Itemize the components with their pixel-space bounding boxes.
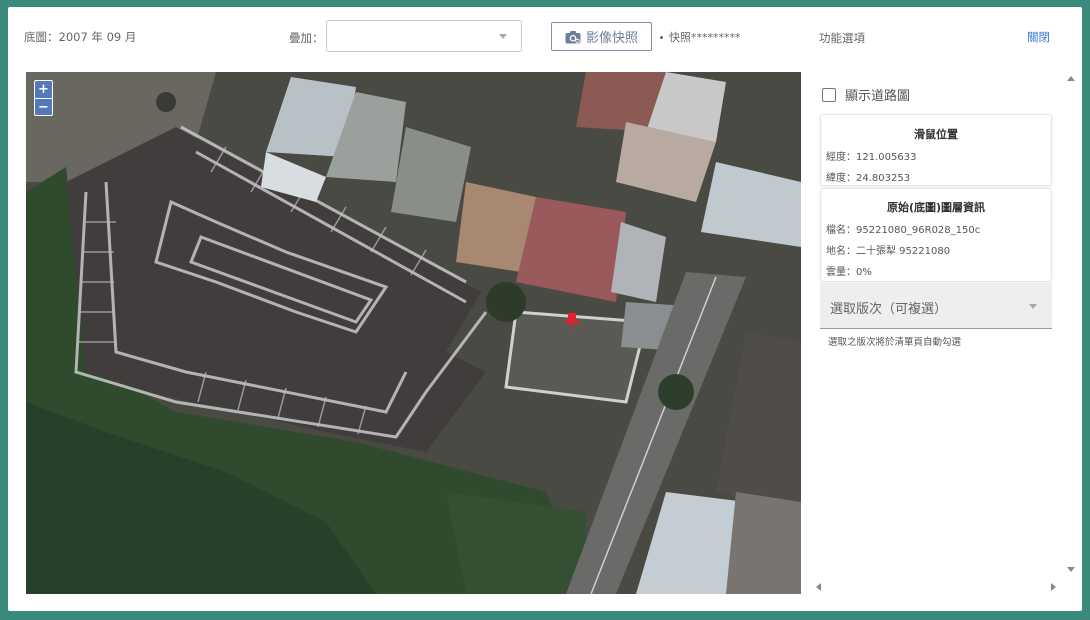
overlay-select[interactable] <box>326 20 522 52</box>
mouse-position-title: 滑鼠位置 <box>914 128 958 141</box>
base-map-date: 底圖：2007 年 09 月 <box>24 30 137 44</box>
layer-info-title: 原始(底圖)圖層資訊 <box>886 201 986 214</box>
zoom-out-button[interactable]: − <box>35 98 52 115</box>
version-select[interactable]: 選取版次（可複選） <box>820 283 1052 329</box>
horizontal-scrollbar[interactable] <box>816 580 1056 594</box>
longitude-value: 經度：121.005633 <box>826 152 917 163</box>
zoom-control: + − <box>34 80 53 116</box>
zoom-in-button[interactable]: + <box>35 81 52 98</box>
mouse-position-card: 滑鼠位置 經度：121.005633 緯度：24.803253 <box>820 114 1052 186</box>
cloud-cover-value: 雲量：0% <box>826 267 872 278</box>
main-panel: 底圖：2007 年 09 月 疊加： 影像快照 快照********* 功能選項… <box>8 7 1082 611</box>
file-name-value: 檔名：95221080_96R028_150c <box>826 225 981 236</box>
snapshot-info-text: 快照********* <box>669 31 741 44</box>
overlay-label: 疊加： <box>289 31 324 45</box>
function-options-label: 功能選項 <box>819 31 865 45</box>
show-road-map-checkbox[interactable] <box>822 87 836 102</box>
chevron-down-icon <box>1029 304 1037 309</box>
aerial-map[interactable]: + − <box>26 72 801 594</box>
show-road-map-toggle[interactable]: 顯示道路圖 <box>822 85 910 104</box>
scroll-down-icon[interactable] <box>1067 567 1075 572</box>
chevron-down-icon <box>499 34 507 39</box>
camera-icon <box>565 30 581 43</box>
snapshot-button-label: 影像快照 <box>585 31 638 46</box>
scroll-up-icon[interactable] <box>1067 76 1075 81</box>
scroll-left-icon[interactable] <box>816 583 821 591</box>
bullet-dot <box>660 35 663 39</box>
snapshot-button[interactable]: 影像快照 <box>551 22 652 51</box>
latitude-value: 緯度：24.803253 <box>826 173 911 184</box>
version-select-hint: 選取之版次將於清單頁自動勾選 <box>828 337 962 348</box>
vertical-scrollbar[interactable] <box>1064 72 1078 587</box>
version-select-label: 選取版次（可複選） <box>830 302 948 317</box>
aerial-imagery <box>26 72 801 594</box>
close-link[interactable]: 關閉 <box>1027 29 1050 45</box>
place-name-value: 地名：二十張犁 95221080 <box>826 246 951 257</box>
layer-info-card: 原始(底圖)圖層資訊 檔名：95221080_96R028_150c 地名：二十… <box>820 188 1052 282</box>
function-options-panel: 顯示道路圖 滑鼠位置 經度：121.005633 緯度：24.803253 原始… <box>808 72 1075 594</box>
snapshot-info: 快照********* <box>660 29 741 45</box>
show-road-map-label: 顯示道路圖 <box>845 89 911 104</box>
scroll-right-icon[interactable] <box>1051 583 1056 591</box>
